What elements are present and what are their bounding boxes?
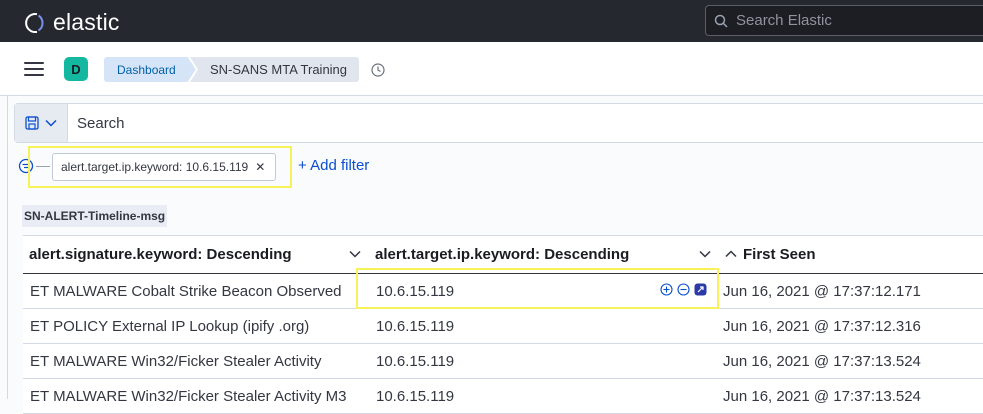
chevron-down-icon[interactable] bbox=[349, 250, 361, 258]
menu-icon-line bbox=[24, 68, 44, 70]
table-cell[interactable]: 10.6.15.119 bbox=[376, 353, 454, 370]
chevron-down-icon[interactable] bbox=[699, 250, 711, 258]
search-input[interactable] bbox=[77, 115, 877, 132]
table-row: ET MALWARE Win32/Ficker Stealer Activity… bbox=[23, 379, 983, 414]
add-filter-button[interactable]: + Add filter bbox=[298, 157, 369, 174]
chevron-down-icon bbox=[45, 119, 57, 127]
expand-icon[interactable] bbox=[694, 283, 707, 296]
column-header-target-ip[interactable]: alert.target.ip.keyword: Descending bbox=[375, 246, 629, 263]
elastic-logo-icon bbox=[25, 12, 44, 33]
save-icon bbox=[25, 116, 39, 130]
global-search-placeholder: Search Elastic bbox=[736, 12, 832, 29]
table-cell: ET MALWARE Win32/Ficker Stealer Activity… bbox=[30, 388, 347, 405]
filter-out-icon[interactable] bbox=[677, 283, 690, 296]
search-icon bbox=[714, 14, 728, 28]
table-cell: ET MALWARE Cobalt Strike Beacon Observed bbox=[30, 283, 342, 300]
table-cell: ET MALWARE Win32/Ficker Stealer Activity bbox=[30, 353, 322, 370]
cell-actions bbox=[660, 283, 707, 296]
filter-for-icon[interactable] bbox=[660, 283, 673, 296]
table-cell: Jun 16, 2021 @ 17:37:12.316 bbox=[723, 318, 921, 335]
saved-query-button[interactable] bbox=[15, 104, 68, 142]
history-icon[interactable] bbox=[370, 62, 386, 78]
breadcrumb-current: SN-SANS MTA Training bbox=[190, 57, 360, 82]
table-cell: Jun 16, 2021 @ 17:37:12.171 bbox=[723, 283, 921, 300]
table-cell: Jun 16, 2021 @ 17:37:13.524 bbox=[723, 353, 921, 370]
divider bbox=[7, 96, 8, 399]
menu-icon-line bbox=[24, 62, 44, 64]
global-search-field[interactable]: Search Elastic bbox=[705, 5, 983, 36]
data-table: alert.signature.keyword: Descending aler… bbox=[23, 235, 983, 414]
table-cell[interactable]: 10.6.15.119 bbox=[376, 318, 454, 335]
query-bar bbox=[14, 103, 983, 143]
global-header: elastic Search Elastic bbox=[0, 0, 983, 42]
table-row: ET POLICY External IP Lookup (ipify .org… bbox=[23, 309, 983, 344]
filter-pill[interactable]: alert.target.ip.keyword: 10.6.15.119 ✕ bbox=[52, 153, 277, 181]
menu-button[interactable] bbox=[24, 62, 44, 78]
column-header-first-seen[interactable]: First Seen bbox=[743, 246, 816, 263]
close-icon[interactable]: ✕ bbox=[255, 160, 265, 174]
secondary-header: D Dashboard SN-SANS MTA Training bbox=[0, 42, 983, 96]
logo-text: elastic bbox=[53, 9, 120, 35]
menu-icon-line bbox=[24, 74, 44, 76]
panel-title: SN-ALERT-Timeline-msg bbox=[22, 205, 168, 227]
filter-pill-label: alert.target.ip.keyword: 10.6.15.119 bbox=[61, 160, 249, 174]
table-cell[interactable]: 10.6.15.119 bbox=[376, 388, 454, 405]
column-header-signature[interactable]: alert.signature.keyword: Descending bbox=[29, 246, 292, 263]
space-avatar[interactable]: D bbox=[64, 57, 88, 81]
table-row: ET MALWARE Win32/Ficker Stealer Activity… bbox=[23, 344, 983, 379]
filter-bar: alert.target.ip.keyword: 10.6.15.119 ✕ +… bbox=[0, 143, 983, 193]
elastic-logo[interactable]: elastic bbox=[22, 9, 120, 36]
table-cell: Jun 16, 2021 @ 17:37:13.524 bbox=[723, 388, 921, 405]
breadcrumb-dashboard[interactable]: Dashboard bbox=[104, 57, 196, 82]
table-cell: ET POLICY External IP Lookup (ipify .org… bbox=[30, 318, 310, 335]
sort-ascending-icon[interactable] bbox=[725, 250, 737, 258]
